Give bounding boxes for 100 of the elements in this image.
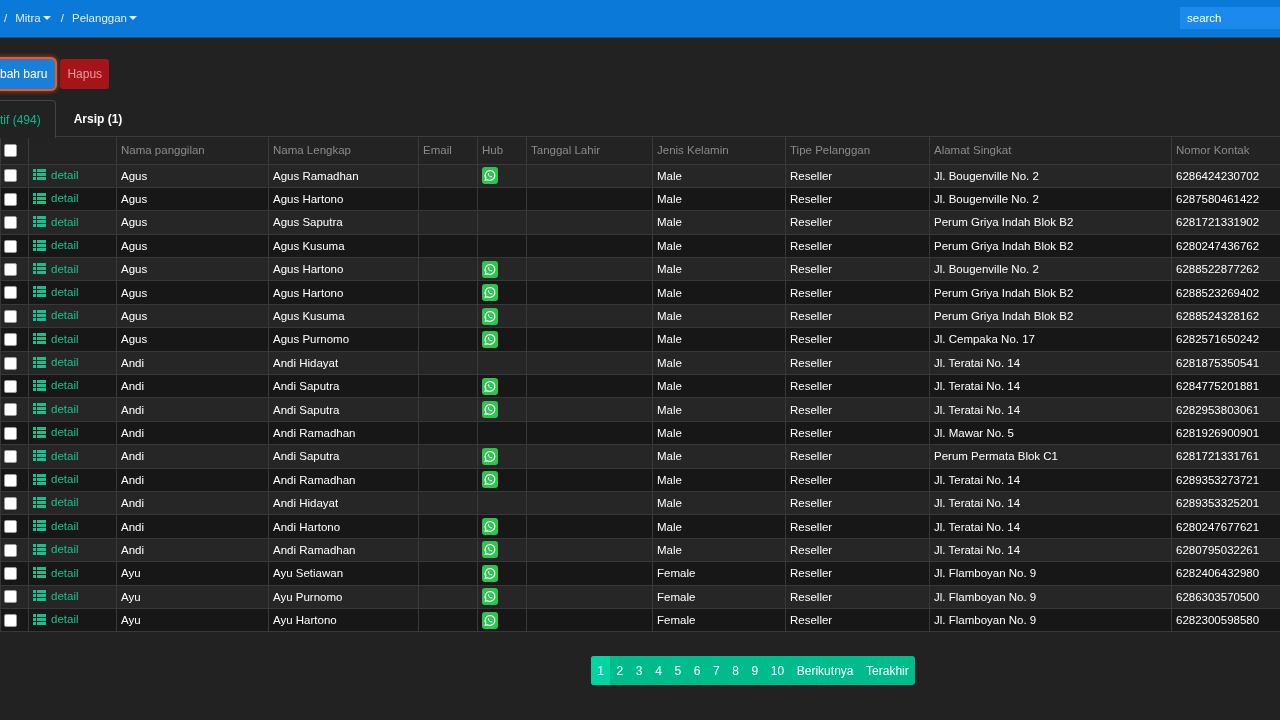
table-cell: Jl. Teratai No. 14 (929, 397, 1172, 422)
table-cell: Perum Permata Blok C1 (929, 444, 1172, 469)
table-cell: Ayu Setiawan (268, 561, 419, 586)
row-checkbox[interactable] (4, 450, 17, 464)
phone-chat-icon[interactable] (482, 611, 498, 629)
phone-chat-icon[interactable] (482, 167, 498, 185)
table-cell: Jl. Bougenville No. 2 (929, 187, 1172, 211)
row-checkbox[interactable] (4, 169, 17, 183)
row-checkbox[interactable] (4, 403, 17, 417)
table-cell: Agus (116, 327, 269, 352)
table-cell: Male (652, 210, 786, 235)
phone-chat-icon[interactable] (482, 518, 498, 536)
row-checkbox[interactable] (4, 263, 17, 276)
phone-chat-icon[interactable] (482, 260, 498, 278)
table-cell: Andi Saputra (268, 444, 419, 469)
table-cell: Jl. Bougenville No. 2 (929, 257, 1172, 281)
table-cell: Male (652, 538, 786, 562)
table-cell: Andi Ramadhan (268, 468, 419, 492)
table-cell: Andi Ramadhan (268, 538, 419, 562)
table-cell: Agus (116, 257, 269, 281)
table-cell: Agus (116, 280, 269, 305)
table-cell: Jl. Flamboyan No. 9 (929, 585, 1172, 609)
list-icon (33, 239, 46, 251)
row-checkbox[interactable] (4, 613, 17, 627)
list-icon (33, 450, 46, 462)
tab[interactable]: tif (494) (0, 100, 56, 138)
row-checkbox[interactable] (4, 379, 17, 393)
row-checkbox[interactable] (4, 192, 17, 206)
table-cell: Andi (116, 351, 269, 375)
table-cell: Agus Hartono (268, 187, 419, 211)
table-cell: Male (652, 280, 786, 305)
table-cell: Reseller (785, 164, 930, 188)
table-cell: Jl. Mawar No. 5 (929, 421, 1172, 445)
breadcrumb-link[interactable]: Mitra (15, 12, 51, 24)
row-checkbox[interactable] (4, 473, 17, 487)
row-checkbox[interactable] (4, 216, 17, 230)
table-cell: Andi Hartono (268, 514, 419, 539)
table-cell: Reseller (785, 234, 930, 258)
tab[interactable]: Arsip (1) (55, 100, 139, 137)
row-checkbox[interactable] (4, 590, 17, 604)
table-cell: Jl. Flamboyan No. 9 (929, 608, 1172, 632)
phone-chat-icon[interactable] (482, 471, 498, 489)
search-field[interactable]: search (1180, 7, 1280, 29)
column-header: Jenis Kelamin (652, 137, 786, 164)
table-cell: Reseller (785, 397, 930, 422)
table-cell: Andi (116, 538, 269, 562)
list-icon (33, 169, 46, 181)
table-cell: Reseller (785, 468, 930, 492)
table-cell: Reseller (785, 327, 930, 352)
table-cell: Reseller (785, 561, 930, 586)
list-icon (33, 520, 46, 532)
table-cell: Agus (116, 210, 269, 235)
table-cell: Male (652, 444, 786, 469)
table-cell: Female (652, 561, 786, 586)
table-cell: Jl. Teratai No. 14 (929, 351, 1172, 375)
add-new-button[interactable]: bah baru (0, 58, 56, 89)
table-cell: Ayu Hartono (268, 608, 419, 632)
table-cell: Andi Hidayat (268, 351, 419, 375)
table-cell: Agus Hartono (268, 257, 419, 281)
row-checkbox[interactable] (4, 309, 17, 323)
table-cell: Reseller (785, 210, 930, 235)
table-cell: Reseller (785, 608, 930, 632)
row-checkbox[interactable] (4, 356, 17, 370)
row-checkbox[interactable] (4, 426, 17, 440)
table-cell: Reseller (785, 491, 930, 515)
table-cell: Reseller (785, 257, 930, 281)
table-cell: Jl. Cempaka No. 17 (929, 327, 1172, 352)
row-checkbox[interactable] (4, 520, 17, 534)
phone-chat-icon[interactable] (482, 284, 498, 302)
table-cell: Andi Ramadhan (268, 421, 419, 445)
row-checkbox[interactable] (4, 286, 17, 300)
table-cell: Male (652, 304, 786, 328)
phone-chat-icon[interactable] (482, 541, 498, 559)
breadcrumb-separator: / (4, 12, 8, 24)
table-cell: Reseller (785, 444, 930, 469)
table-cell: Andi Saputra (268, 397, 419, 422)
row-checkbox[interactable] (4, 496, 17, 510)
phone-chat-icon[interactable] (482, 401, 498, 419)
phone-chat-icon[interactable] (482, 564, 498, 582)
phone-chat-icon[interactable] (482, 447, 498, 465)
phone-chat-icon[interactable] (482, 307, 498, 325)
table-cell: Jl. Teratai No. 14 (929, 374, 1172, 398)
breadcrumb-separator: / (60, 12, 64, 24)
row-checkbox[interactable] (4, 333, 17, 347)
select-all-checkbox[interactable] (4, 144, 17, 157)
list-icon (33, 192, 46, 204)
row-checkbox[interactable] (4, 239, 17, 253)
breadcrumb-link[interactable]: Pelanggan (71, 12, 137, 24)
table-cell: Jl. Teratai No. 14 (929, 468, 1172, 492)
row-checkbox[interactable] (4, 567, 17, 581)
phone-chat-icon[interactable] (482, 330, 498, 348)
row-checkbox[interactable] (4, 543, 17, 557)
phone-chat-icon[interactable] (482, 377, 498, 395)
phone-chat-icon[interactable] (482, 588, 498, 606)
table-cell: Jl. Teratai No. 14 (929, 538, 1172, 562)
table-cell: Male (652, 351, 786, 375)
table-cell: Jl. Teratai No. 14 (929, 514, 1172, 539)
list-icon (33, 263, 46, 274)
table-cell: Reseller (785, 374, 930, 398)
table-cell: Andi (116, 514, 269, 539)
